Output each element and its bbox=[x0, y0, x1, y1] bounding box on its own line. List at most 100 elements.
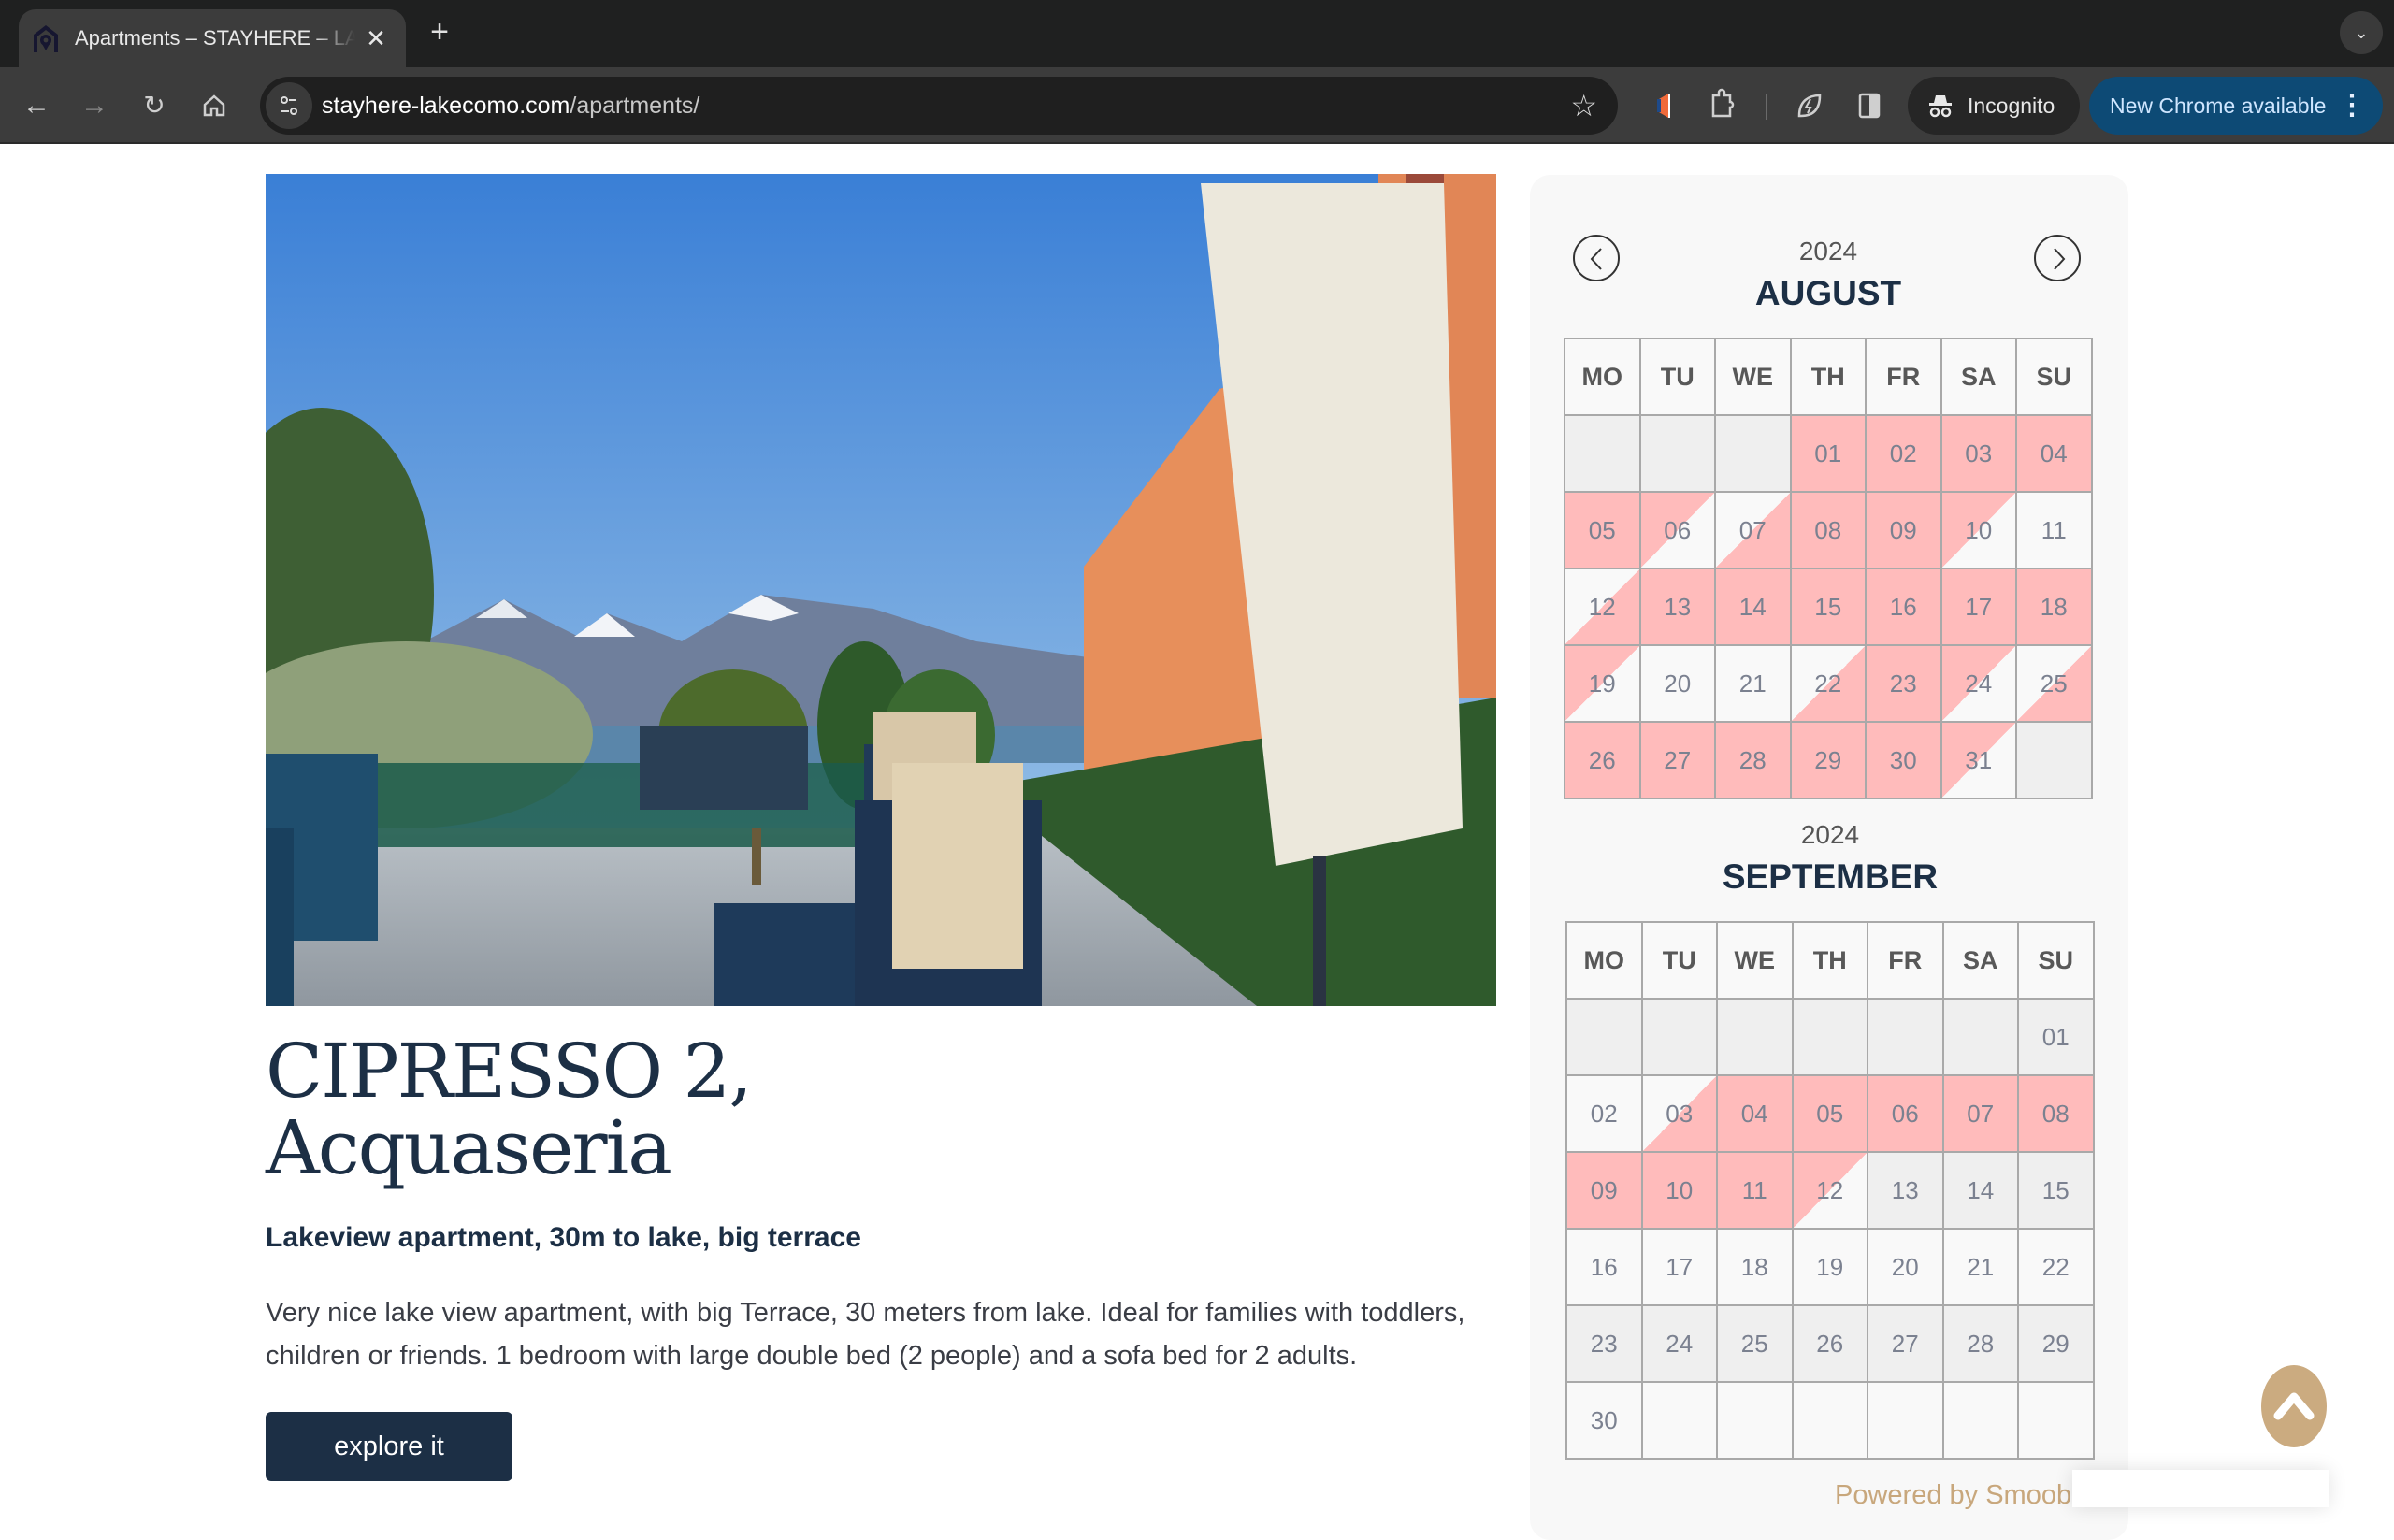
calendar-day-checkin[interactable]: 07 bbox=[1714, 491, 1792, 569]
calendar-month-name: SEPTEMBER bbox=[1722, 857, 1939, 896]
calendar-day-free[interactable]: 21 bbox=[1714, 644, 1792, 723]
calendar-day-checkin[interactable]: 12 bbox=[1564, 568, 1641, 646]
floating-widget[interactable] bbox=[2072, 1470, 2329, 1507]
calendar-day-booked[interactable]: 18 bbox=[2015, 568, 2093, 646]
calendar-day-checkout[interactable]: 06 bbox=[1638, 491, 1716, 569]
calendar-day-booked[interactable]: 15 bbox=[1789, 568, 1867, 646]
calendar-day-booked[interactable]: 30 bbox=[1865, 721, 1942, 799]
scroll-to-top-button[interactable] bbox=[2261, 1365, 2327, 1447]
browser-tab-active[interactable]: Apartments – STAYHERE – LAKE COMO ✕ bbox=[19, 9, 406, 67]
calendar-month: 2024 AUGUST MO TU WE TH FR SA SU 01 02 03 04 05 06 07 08… bbox=[1564, 233, 2093, 799]
calendar-day-unavailable[interactable]: 28 bbox=[1941, 1304, 2019, 1383]
calendar-day-booked[interactable]: 07 bbox=[1941, 1074, 2019, 1153]
calendar-day-free[interactable]: 17 bbox=[1640, 1228, 1718, 1306]
calendar-day-free[interactable]: 20 bbox=[1638, 644, 1716, 723]
url-text[interactable]: stayhere-lakecomo.com/apartments/ bbox=[322, 77, 699, 135]
calendar-week-row: 26 27 28 29 30 31 bbox=[1564, 721, 2093, 799]
calendar-day-booked[interactable]: 23 bbox=[1865, 644, 1942, 723]
calendar-day-booked[interactable]: 10 bbox=[1640, 1151, 1718, 1230]
calendar-day-unavailable[interactable]: 15 bbox=[2017, 1151, 2095, 1230]
calendar-day-unavailable[interactable]: 25 bbox=[1716, 1304, 1794, 1383]
url-host: stayhere-lakecomo.com bbox=[322, 93, 570, 119]
tab-search-button[interactable]: ⌄ bbox=[2340, 11, 2383, 54]
calendar-day-checkin[interactable]: 03 bbox=[1640, 1074, 1718, 1153]
calendar-day-unavailable[interactable]: 23 bbox=[1565, 1304, 1643, 1383]
incognito-indicator[interactable]: Incognito bbox=[1908, 77, 2080, 135]
calendar-day-unavailable[interactable]: 24 bbox=[1640, 1304, 1718, 1383]
kebab-menu-icon[interactable]: ⋮ bbox=[2338, 77, 2366, 135]
calendar-day-booked[interactable]: 04 bbox=[2015, 414, 2093, 493]
calendar-day-unavailable[interactable]: 27 bbox=[1867, 1304, 1944, 1383]
calendar-day-unavailable[interactable]: 13 bbox=[1867, 1151, 1944, 1230]
calendar-day-free[interactable]: 22 bbox=[2017, 1228, 2095, 1306]
calendar-empty-cell bbox=[1716, 1381, 1794, 1460]
update-chrome-button[interactable]: New Chrome available ⋮ bbox=[2089, 77, 2383, 135]
extensions-puzzle-icon[interactable] bbox=[1700, 84, 1743, 127]
back-icon[interactable]: ← bbox=[15, 84, 58, 127]
calendar-day-free[interactable]: 30 bbox=[1565, 1381, 1643, 1460]
address-bar[interactable]: stayhere-lakecomo.com/apartments/ ☆ bbox=[260, 77, 1618, 135]
calendar-day-booked[interactable]: 26 bbox=[1564, 721, 1641, 799]
calendar-empty-cell bbox=[1638, 414, 1716, 493]
tab-title: Apartments – STAYHERE – LAKE COMO bbox=[75, 26, 355, 50]
calendar-day-booked[interactable]: 05 bbox=[1791, 1074, 1868, 1153]
calendar-day-free[interactable]: 11 bbox=[2015, 491, 2093, 569]
calendar-day-booked[interactable]: 09 bbox=[1865, 491, 1942, 569]
extension-megaphone-icon[interactable] bbox=[1644, 84, 1687, 127]
home-icon[interactable] bbox=[193, 84, 236, 127]
explore-it-button[interactable]: explore it bbox=[266, 1412, 512, 1481]
calendar-day-free[interactable]: 21 bbox=[1941, 1228, 2019, 1306]
calendar-day-booked[interactable]: 14 bbox=[1714, 568, 1792, 646]
calendar-empty-cell bbox=[1640, 998, 1718, 1076]
calendar-day-free[interactable]: 18 bbox=[1716, 1228, 1794, 1306]
calendar-day-booked[interactable]: 04 bbox=[1716, 1074, 1794, 1153]
site-info-icon[interactable] bbox=[266, 82, 312, 129]
calendar-day-checkout[interactable]: 19 bbox=[1564, 644, 1641, 723]
calendar-day-checkin[interactable]: 22 bbox=[1789, 644, 1867, 723]
calendar-day-unavailable[interactable]: 14 bbox=[1941, 1151, 2019, 1230]
calendar-day-booked[interactable]: 17 bbox=[1940, 568, 2017, 646]
calendar-day-free[interactable]: 19 bbox=[1791, 1228, 1868, 1306]
calendar-empty-cell bbox=[1867, 998, 1944, 1076]
bookmark-star-icon[interactable]: ☆ bbox=[1570, 84, 1597, 127]
calendar-day-checkout[interactable]: 12 bbox=[1791, 1151, 1868, 1230]
reload-icon[interactable]: ↻ bbox=[133, 84, 176, 127]
calendar-day-free[interactable]: 20 bbox=[1867, 1228, 1944, 1306]
calendar-day-booked[interactable]: 08 bbox=[2017, 1074, 2095, 1153]
calendar-day-checkout[interactable]: 24 bbox=[1940, 644, 2017, 723]
calendar-day-checkout[interactable]: 31 bbox=[1940, 721, 2017, 799]
update-chrome-label: New Chrome available bbox=[2110, 93, 2327, 118]
calendar-day-booked[interactable]: 28 bbox=[1714, 721, 1792, 799]
calendar-day-booked[interactable]: 27 bbox=[1638, 721, 1716, 799]
calendar-day-checkin[interactable]: 25 bbox=[2015, 644, 2093, 723]
side-panel-icon[interactable] bbox=[1848, 84, 1891, 127]
calendar-empty-cell bbox=[1640, 1381, 1718, 1460]
apartment-photo[interactable] bbox=[266, 174, 1496, 1006]
new-tab-button[interactable]: + bbox=[423, 16, 456, 50]
calendar-day-booked[interactable]: 05 bbox=[1564, 491, 1641, 569]
calendar-day-free[interactable]: 16 bbox=[1565, 1228, 1643, 1306]
weekday-header: TU bbox=[1638, 338, 1716, 416]
close-icon[interactable]: ✕ bbox=[361, 23, 391, 53]
terrace-lake-view-image bbox=[266, 174, 1496, 1006]
weekday-header: SU bbox=[2017, 921, 2095, 1000]
calendar-day-booked[interactable]: 13 bbox=[1638, 568, 1716, 646]
calendar-day-booked[interactable]: 16 bbox=[1865, 568, 1942, 646]
calendar-day-free[interactable]: 02 bbox=[1565, 1074, 1643, 1153]
calendar-day-booked[interactable]: 01 bbox=[1789, 414, 1867, 493]
calendar-day-unavailable[interactable]: 01 bbox=[2017, 998, 2095, 1076]
calendar-day-unavailable[interactable]: 29 bbox=[2017, 1304, 2095, 1383]
calendar-day-booked[interactable]: 02 bbox=[1865, 414, 1942, 493]
apartment-title-line2: Acquaseria bbox=[266, 1104, 672, 1191]
performance-leaf-icon[interactable] bbox=[1788, 84, 1831, 127]
calendar-day-booked[interactable]: 03 bbox=[1940, 414, 2017, 493]
calendar-day-checkout[interactable]: 10 bbox=[1940, 491, 2017, 569]
calendar-day-booked[interactable]: 11 bbox=[1716, 1151, 1794, 1230]
calendar-day-unavailable[interactable]: 26 bbox=[1791, 1304, 1868, 1383]
calendar-day-booked[interactable]: 09 bbox=[1565, 1151, 1643, 1230]
calendar-day-booked[interactable]: 29 bbox=[1789, 721, 1867, 799]
calendar-day-booked[interactable]: 08 bbox=[1789, 491, 1867, 569]
calendar-day-booked[interactable]: 06 bbox=[1867, 1074, 1944, 1153]
forward-icon[interactable]: → bbox=[73, 84, 116, 127]
weekday-header: WE bbox=[1714, 338, 1792, 416]
